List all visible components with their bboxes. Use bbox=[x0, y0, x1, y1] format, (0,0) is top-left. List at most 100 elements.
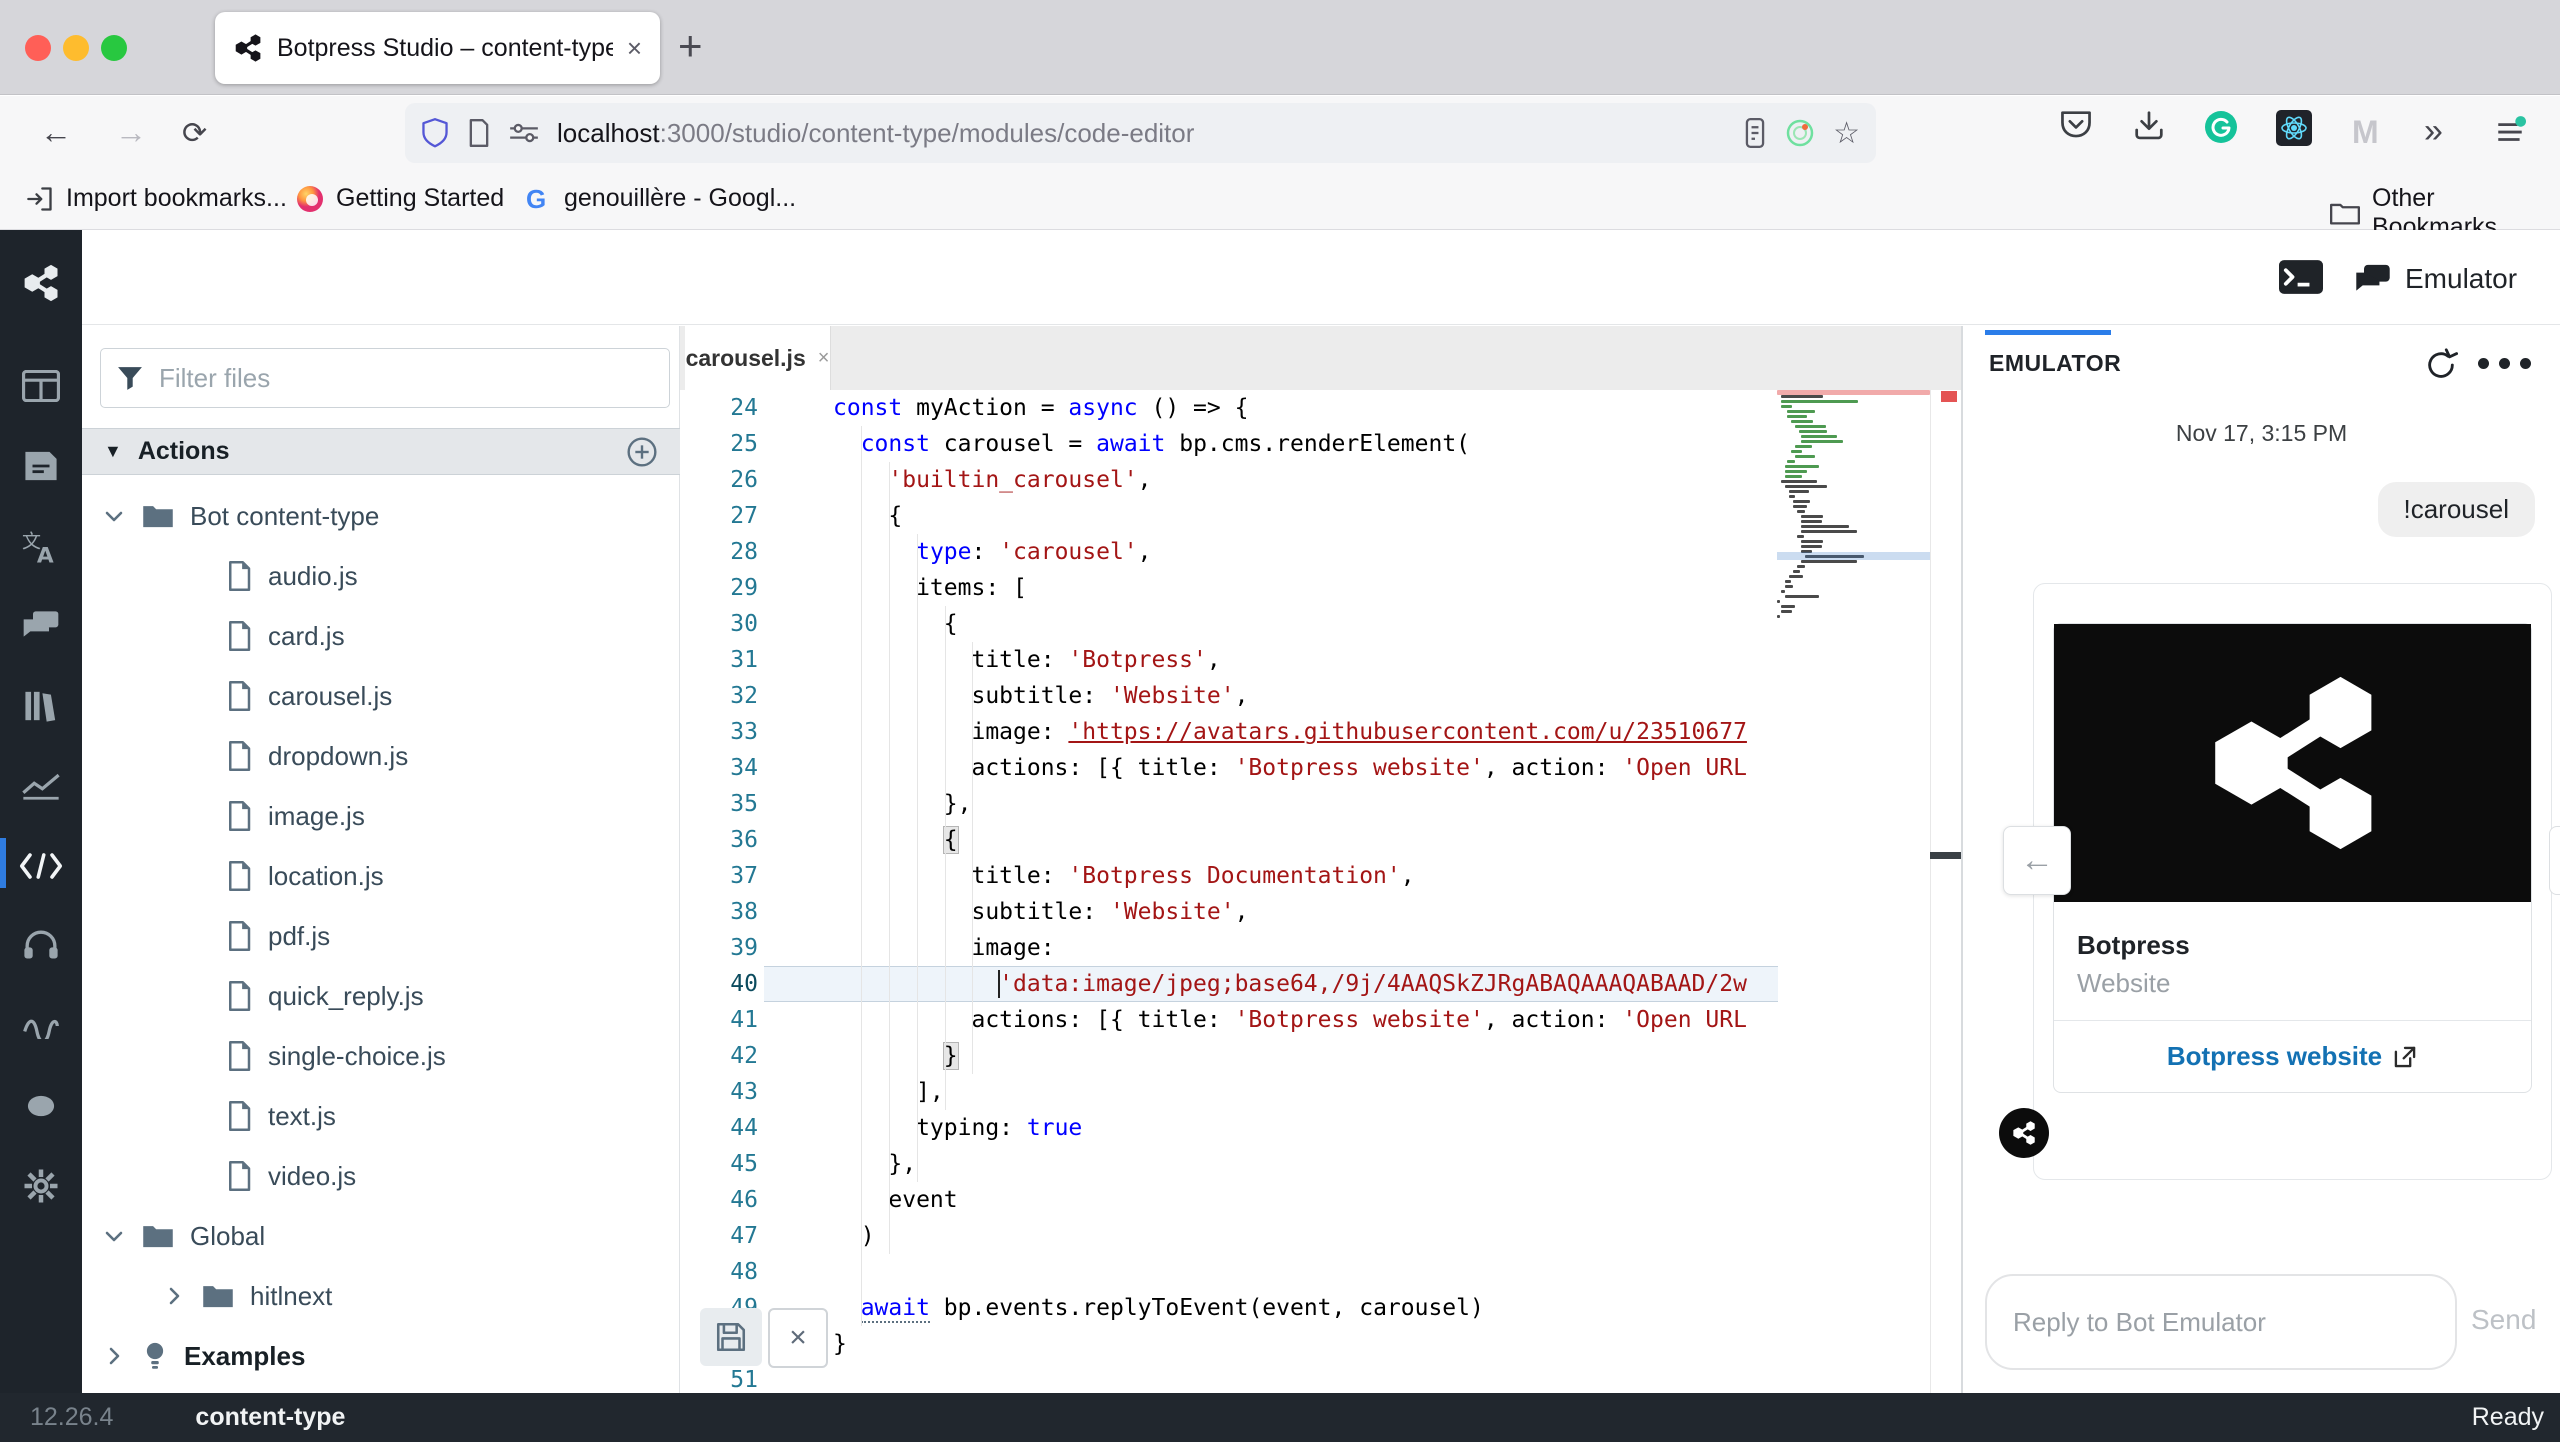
sidebar-item-botpress-logo[interactable] bbox=[0, 255, 82, 311]
chevron-right-icon[interactable] bbox=[102, 1344, 126, 1368]
reply-input[interactable] bbox=[2013, 1307, 2429, 1338]
code-line[interactable]: await bp.events.replyToEvent(event, caro… bbox=[833, 1290, 1484, 1326]
tree-item-image-js[interactable]: image.js bbox=[82, 786, 680, 846]
send-button[interactable]: Send bbox=[2471, 1304, 2536, 1336]
editor-tab-close-icon[interactable]: × bbox=[818, 347, 830, 370]
code-line[interactable]: items: [ bbox=[833, 570, 1027, 606]
window-maximize-button[interactable] bbox=[101, 35, 127, 61]
code-line[interactable]: 'data:image/jpeg;base64,/9j/4AAQSkZJRgAB… bbox=[833, 966, 1747, 1002]
code-line[interactable]: subtitle: 'Website', bbox=[833, 678, 1248, 714]
reply-field[interactable] bbox=[1985, 1274, 2457, 1370]
collapse-caret-icon[interactable]: ▼ bbox=[104, 441, 122, 462]
sidebar-item-hitl[interactable] bbox=[0, 918, 82, 974]
url-bar[interactable]: localhost:3000/studio/content-type/modul… bbox=[405, 103, 1876, 163]
card-action-button[interactable]: Botpress website bbox=[2054, 1020, 2531, 1092]
tree-item-audio-js[interactable]: audio.js bbox=[82, 546, 680, 606]
tree-item-quick-reply-js[interactable]: quick_reply.js bbox=[82, 966, 680, 1026]
back-button[interactable]: ← bbox=[40, 114, 72, 151]
tree-item-bot-content-type[interactable]: Bot content-type bbox=[82, 486, 680, 546]
code-line[interactable]: ) bbox=[833, 1218, 875, 1254]
reset-conversation-button[interactable] bbox=[2424, 348, 2458, 382]
code-line[interactable]: title: 'Botpress', bbox=[833, 642, 1221, 678]
sidebar-item-analytics[interactable] bbox=[0, 758, 82, 814]
code-line[interactable]: { bbox=[833, 498, 902, 534]
tree-item-carousel-js[interactable]: carousel.js bbox=[82, 666, 680, 726]
sidebar-item-broadcast[interactable] bbox=[0, 1078, 82, 1134]
more-options-button[interactable] bbox=[2478, 358, 2531, 369]
sidebar-item-code-editor[interactable] bbox=[0, 838, 82, 894]
sidebar-item-content[interactable] bbox=[0, 438, 82, 494]
code-line[interactable]: }, bbox=[833, 786, 971, 822]
tracking-shield-icon[interactable] bbox=[421, 118, 449, 148]
close-editor-button[interactable]: × bbox=[768, 1308, 828, 1368]
sidebar-item-chat[interactable] bbox=[0, 598, 82, 654]
emulator-toggle-button[interactable]: Emulator bbox=[2355, 263, 2517, 295]
tree-item-location-js[interactable]: location.js bbox=[82, 846, 680, 906]
filter-files-input[interactable] bbox=[159, 363, 653, 394]
reload-button[interactable]: ⟳ bbox=[182, 116, 207, 151]
code-line[interactable]: type: 'carousel', bbox=[833, 534, 1152, 570]
code-content[interactable]: const myAction = async () => { const car… bbox=[833, 390, 1777, 1393]
carousel-next-button[interactable] bbox=[2549, 826, 2560, 895]
code-line[interactable]: const carousel = await bp.cms.renderElem… bbox=[833, 426, 1470, 462]
code-line[interactable]: } bbox=[833, 1038, 958, 1074]
downloads-icon[interactable] bbox=[2133, 110, 2165, 140]
carousel-prev-button[interactable]: ← bbox=[2003, 826, 2071, 895]
tree-item-video-js[interactable]: video.js bbox=[82, 1146, 680, 1206]
tree-item-text-js[interactable]: text.js bbox=[82, 1086, 680, 1146]
code-line[interactable]: { bbox=[833, 822, 958, 858]
page-info-icon[interactable] bbox=[467, 119, 491, 147]
code-line[interactable]: event bbox=[833, 1182, 958, 1218]
panel-resize-handle[interactable] bbox=[1930, 852, 1961, 859]
code-line[interactable]: 'builtin_carousel', bbox=[833, 462, 1152, 498]
permissions-icon[interactable] bbox=[509, 121, 539, 145]
extension-m-icon[interactable]: M bbox=[2352, 114, 2379, 151]
browser-tab[interactable]: Botpress Studio – content-type × bbox=[215, 12, 660, 84]
code-line[interactable]: actions: [{ title: 'Botpress website', a… bbox=[833, 1002, 1747, 1038]
bookmark-import[interactable]: Import bookmarks... bbox=[26, 184, 287, 213]
minimap[interactable] bbox=[1777, 390, 1930, 650]
sidebar-item-library[interactable] bbox=[0, 678, 82, 734]
editor-tab-carousel[interactable]: carousel.js × bbox=[685, 326, 831, 390]
extension-orbit-icon[interactable] bbox=[1785, 118, 1815, 148]
pocket-icon[interactable] bbox=[2060, 110, 2092, 140]
sidebar-item-misunderstood[interactable] bbox=[0, 998, 82, 1054]
tree-item-examples[interactable]: Examples bbox=[82, 1326, 680, 1386]
grammarly-icon[interactable] bbox=[2204, 110, 2238, 144]
terminal-button[interactable] bbox=[2279, 259, 2323, 295]
menu-button[interactable] bbox=[2494, 114, 2526, 148]
tree-item-pdf-js[interactable]: pdf.js bbox=[82, 906, 680, 966]
tab-close-icon[interactable]: × bbox=[627, 33, 642, 64]
overflow-chevron-icon[interactable]: » bbox=[2424, 112, 2443, 151]
bookmark-star-icon[interactable]: ☆ bbox=[1833, 116, 1860, 151]
code-line[interactable]: } bbox=[833, 1326, 847, 1362]
window-close-button[interactable] bbox=[25, 35, 51, 61]
bookmark-getting-started[interactable]: Getting Started bbox=[296, 184, 504, 213]
code-line[interactable]: title: 'Botpress Documentation', bbox=[833, 858, 1415, 894]
sidebar-item-nlu[interactable]: 文A bbox=[0, 518, 82, 574]
chevron-right-icon[interactable] bbox=[162, 1284, 186, 1308]
sidebar-item-flows[interactable] bbox=[0, 358, 82, 414]
code-line[interactable]: typing: true bbox=[833, 1110, 1082, 1146]
tree-item-dropdown-js[interactable]: dropdown.js bbox=[82, 726, 680, 786]
code-line[interactable]: actions: [{ title: 'Botpress website', a… bbox=[833, 750, 1747, 786]
save-button[interactable] bbox=[700, 1308, 762, 1366]
code-line[interactable]: const myAction = async () => { bbox=[833, 390, 1248, 426]
code-line[interactable]: image: 'https://avatars.githubuserconten… bbox=[833, 714, 1747, 750]
code-line[interactable]: { bbox=[833, 606, 958, 642]
code-line[interactable]: }, bbox=[833, 1146, 916, 1182]
filter-files-field[interactable] bbox=[100, 348, 670, 408]
new-tab-button[interactable]: + bbox=[678, 22, 703, 70]
code-line[interactable]: subtitle: 'Website', bbox=[833, 894, 1248, 930]
chevron-down-icon[interactable] bbox=[102, 504, 126, 528]
chevron-down-icon[interactable] bbox=[102, 1224, 126, 1248]
tree-item-hitlnext[interactable]: hitlnext bbox=[82, 1266, 680, 1326]
code-line[interactable]: image: bbox=[833, 930, 1055, 966]
actions-section-header[interactable]: ▼ Actions bbox=[82, 428, 680, 475]
tree-item-card-js[interactable]: card.js bbox=[82, 606, 680, 666]
sidebar-item-settings[interactable] bbox=[0, 1158, 82, 1214]
tree-item-global[interactable]: Global bbox=[82, 1206, 680, 1266]
react-devtools-icon[interactable] bbox=[2276, 110, 2312, 146]
reader-mode-icon[interactable] bbox=[1743, 118, 1767, 148]
bookmark-google[interactable]: G genouillère - Googl... bbox=[524, 184, 796, 213]
